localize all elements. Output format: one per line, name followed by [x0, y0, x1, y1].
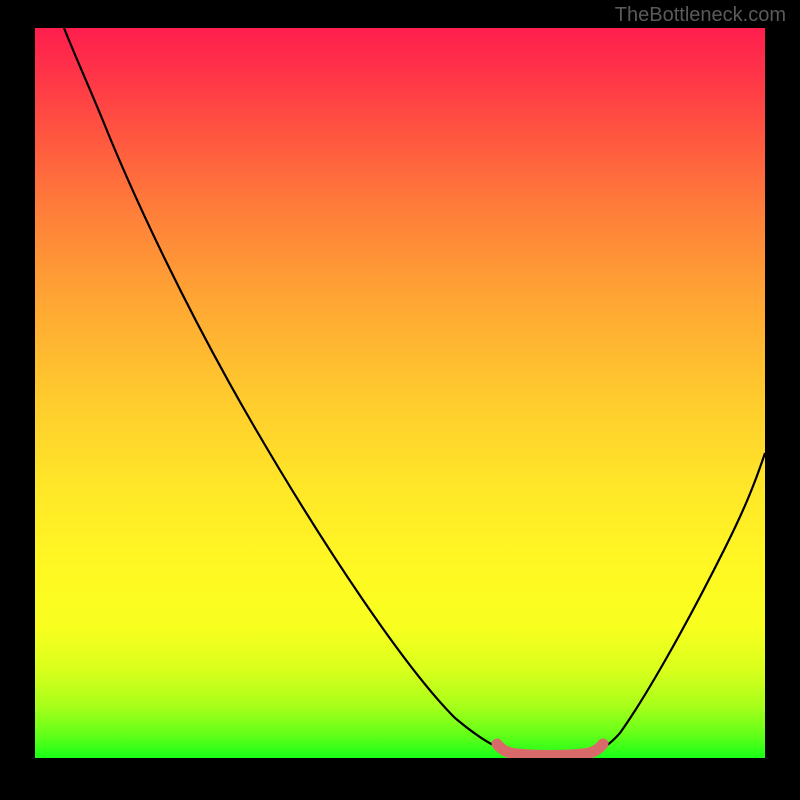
valley-marker-path	[497, 744, 603, 756]
chart-svg	[35, 28, 765, 758]
watermark-text: TheBottleneck.com	[615, 4, 786, 27]
chart-plot-area	[35, 28, 765, 758]
bottleneck-curve-path	[64, 28, 765, 754]
